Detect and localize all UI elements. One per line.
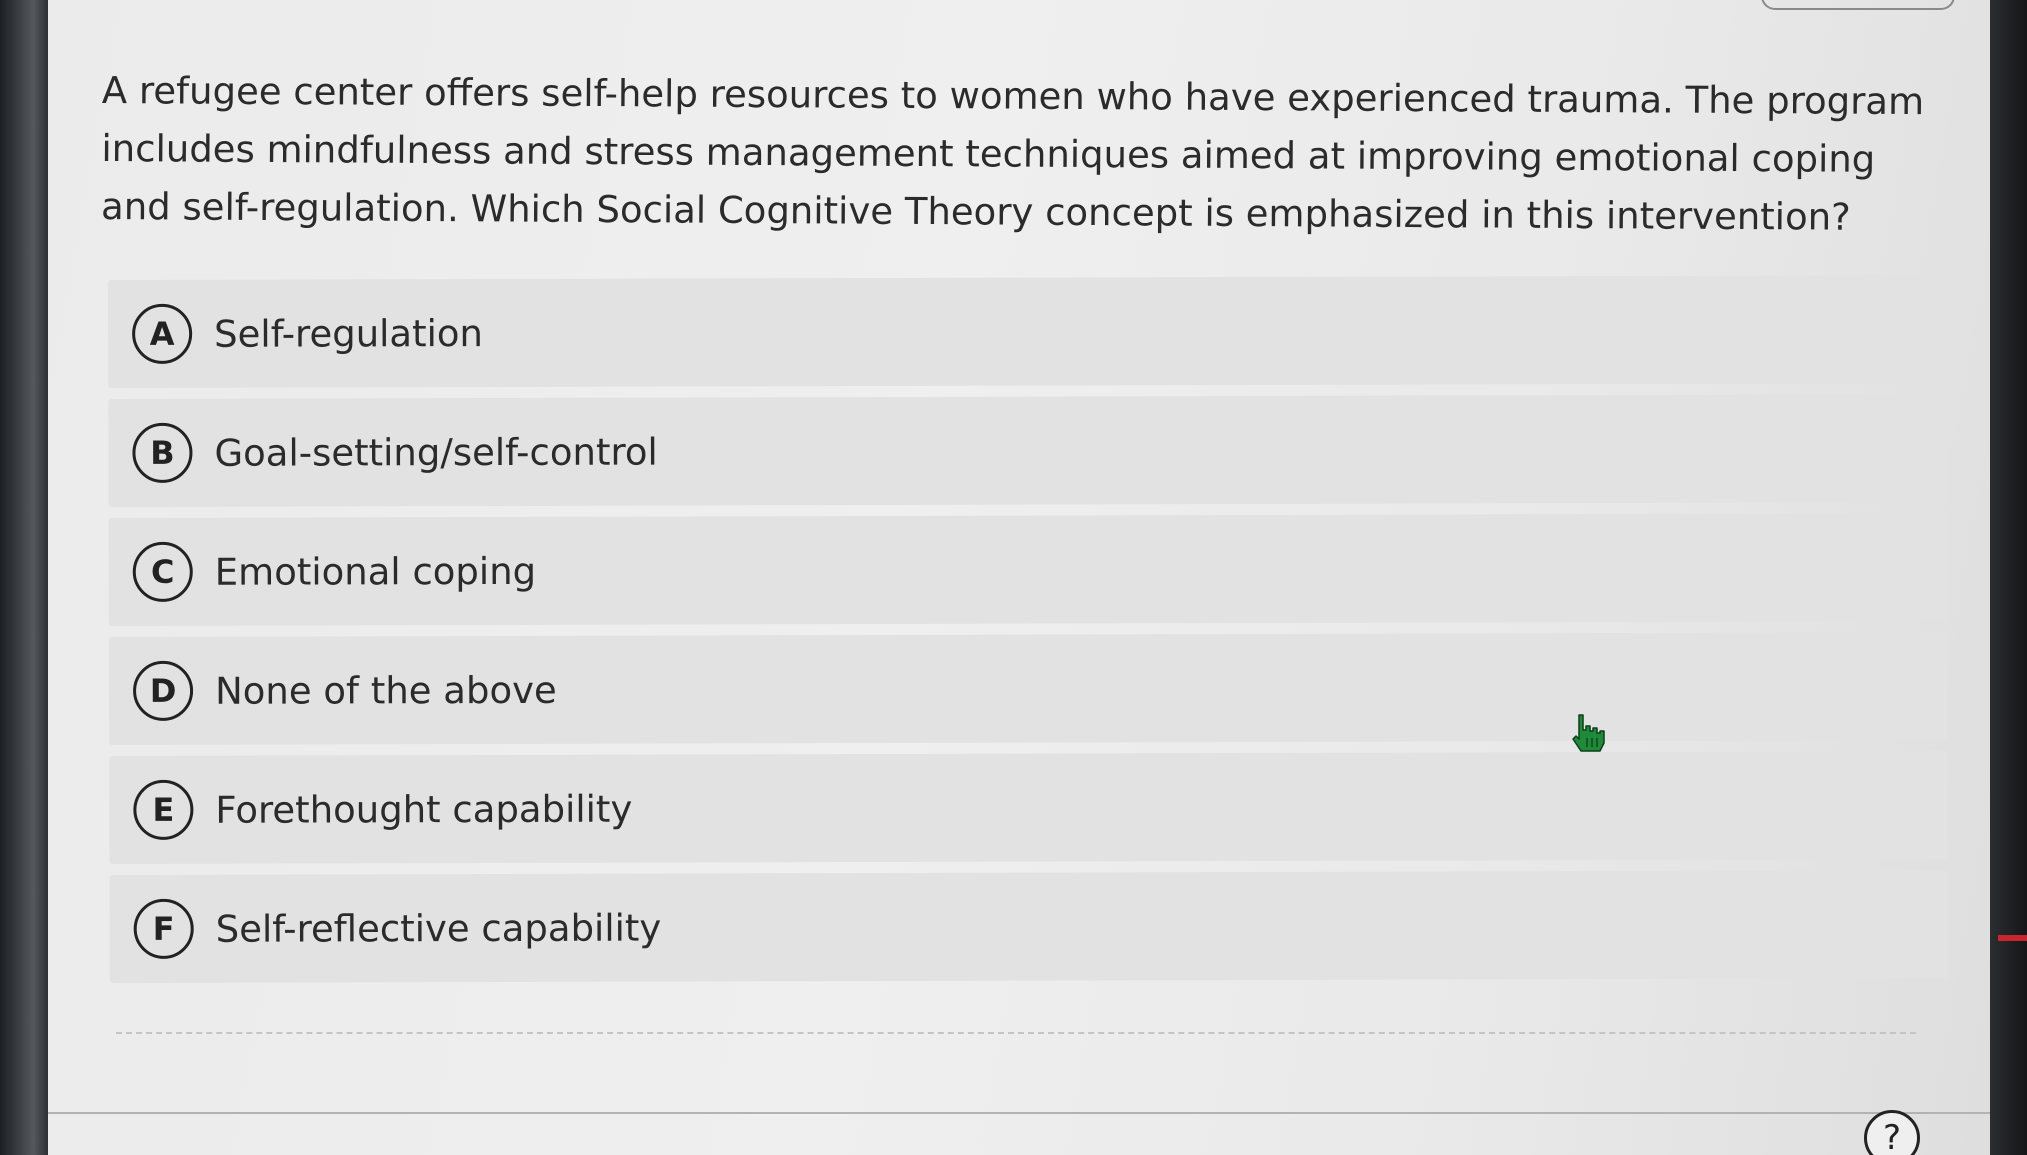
hand-pointer-icon	[1572, 714, 1605, 752]
answer-options: A Self-regulation B Goal-setting/self-co…	[108, 275, 1948, 994]
option-letter-badge: E	[133, 779, 194, 840]
option-label: Self-reflective capability	[215, 906, 662, 951]
option-letter-badge: F	[133, 898, 194, 959]
option-label: None of the above	[215, 668, 557, 713]
option-label: Forethought capability	[215, 787, 633, 832]
monitor-bezel-left	[0, 0, 48, 1155]
option-letter-badge: D	[132, 660, 194, 721]
dashed-divider	[116, 1032, 1916, 1034]
monitor-bezel-right	[1990, 0, 2027, 1155]
quiz-screen: A refugee center offers self-help resour…	[48, 0, 1990, 1155]
option-c[interactable]: C Emotional coping	[108, 513, 1947, 626]
top-tab[interactable]	[1761, 0, 1955, 10]
option-label: Self-regulation	[214, 311, 484, 356]
option-label: Goal-setting/self-control	[214, 430, 658, 475]
option-f[interactable]: F Self-reflective capability	[109, 870, 1948, 983]
option-a[interactable]: A Self-regulation	[108, 275, 1947, 388]
bezel-red-indicator	[1998, 935, 2027, 941]
question-circle-icon: ?	[1882, 1118, 1902, 1155]
option-letter-badge: A	[132, 303, 193, 364]
option-letter-badge: B	[132, 422, 193, 483]
question-text: A refugee center offers self-help resour…	[100, 68, 1925, 239]
help-button[interactable]: ?	[1864, 1110, 1920, 1155]
option-label: Emotional coping	[214, 549, 537, 594]
option-d[interactable]: D None of the above	[108, 632, 1948, 745]
footer-divider	[48, 1112, 1990, 1114]
option-e[interactable]: E Forethought capability	[109, 751, 1948, 864]
option-b[interactable]: B Goal-setting/self-control	[108, 394, 1947, 507]
option-letter-badge: C	[132, 541, 193, 602]
